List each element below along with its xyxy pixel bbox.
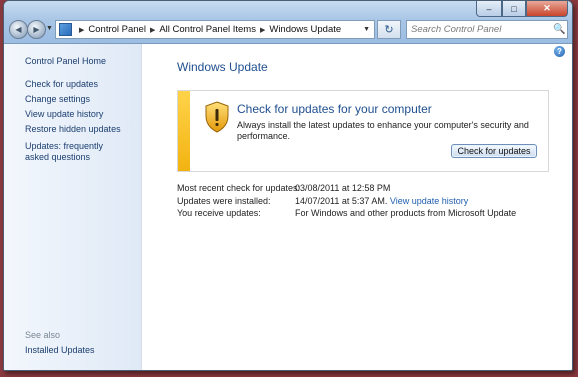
breadcrumb-separator-icon[interactable]: ▶ [79,26,84,34]
help-icon[interactable]: ? [554,46,565,57]
caption-buttons: – □ ✕ [476,1,568,17]
view-update-history-link[interactable]: View update history [390,196,468,206]
window-chrome: – □ ✕ ◀ ▶ ▼ ▶ Control Panel ▶ All Contro… [4,1,572,44]
refresh-icon: ↻ [384,24,394,36]
check-for-updates-button[interactable]: Check for updates [451,144,537,158]
sidebar-link-change-settings[interactable]: Change settings [25,94,135,105]
search-input[interactable] [407,23,549,36]
sidebar-link-check-for-updates[interactable]: Check for updates [25,79,135,90]
alert-description: Always install the latest updates to enh… [237,120,529,141]
left-pane: Control Panel Home Check for updates Cha… [4,44,142,370]
sidebar-link-restore-hidden-updates[interactable]: Restore hidden updates [25,124,135,135]
back-button[interactable]: ◀ [9,20,28,39]
search-box[interactable]: 🔍 [406,20,568,39]
installed-label: Updates were installed: [177,196,271,206]
control-panel-icon [59,23,72,36]
see-also-label: See also [25,330,61,340]
search-icon[interactable]: 🔍 [553,24,565,35]
back-arrow-icon: ◀ [15,25,22,34]
breadcrumb-windows-update[interactable]: Windows Update [269,24,341,35]
breadcrumb-all-items[interactable]: All Control Panel Items [159,24,256,35]
breadcrumb-separator-icon[interactable]: ▶ [150,26,155,34]
alert-heading: Check for updates for your computer [237,102,432,116]
sidebar-link-faq[interactable]: Updates: frequently asked questions [25,141,125,163]
alert-accent-bar [178,91,190,171]
last-check-label: Most recent check for updates: [177,183,301,193]
minimize-button[interactable]: – [476,1,502,17]
warning-shield-icon [205,101,229,133]
control-panel-home-link[interactable]: Control Panel Home [25,56,135,67]
refresh-button[interactable]: ↻ [377,20,401,39]
receive-label: You receive updates: [177,208,261,218]
last-check-value: 03/08/2011 at 12:58 PM [295,183,391,193]
recent-pages-dropdown-icon[interactable]: ▼ [46,25,53,32]
maximize-button[interactable]: □ [502,1,526,17]
receive-value: For Windows and other products from Micr… [295,208,517,218]
breadcrumb-control-panel[interactable]: Control Panel [88,24,146,35]
page-title: Windows Update [177,60,268,74]
address-bar[interactable]: ▶ Control Panel ▶ All Control Panel Item… [55,20,375,39]
address-dropdown-icon[interactable]: ▼ [363,26,370,33]
installed-value: 14/07/2011 at 5:37 AM. [295,196,388,206]
installed-updates-link[interactable]: Installed Updates [25,345,135,356]
close-button[interactable]: ✕ [526,1,568,17]
breadcrumb-separator-icon[interactable]: ▶ [260,26,265,34]
control-panel-window: – □ ✕ ◀ ▶ ▼ ▶ Control Panel ▶ All Contro… [3,0,573,371]
forward-arrow-icon: ▶ [33,25,40,34]
update-alert-panel: Check for updates for your computer Alwa… [177,90,549,172]
sidebar-link-view-update-history[interactable]: View update history [25,109,135,120]
forward-button[interactable]: ▶ [27,20,46,39]
installed-row: 14/07/2011 at 5:37 AM. View update histo… [295,196,468,206]
